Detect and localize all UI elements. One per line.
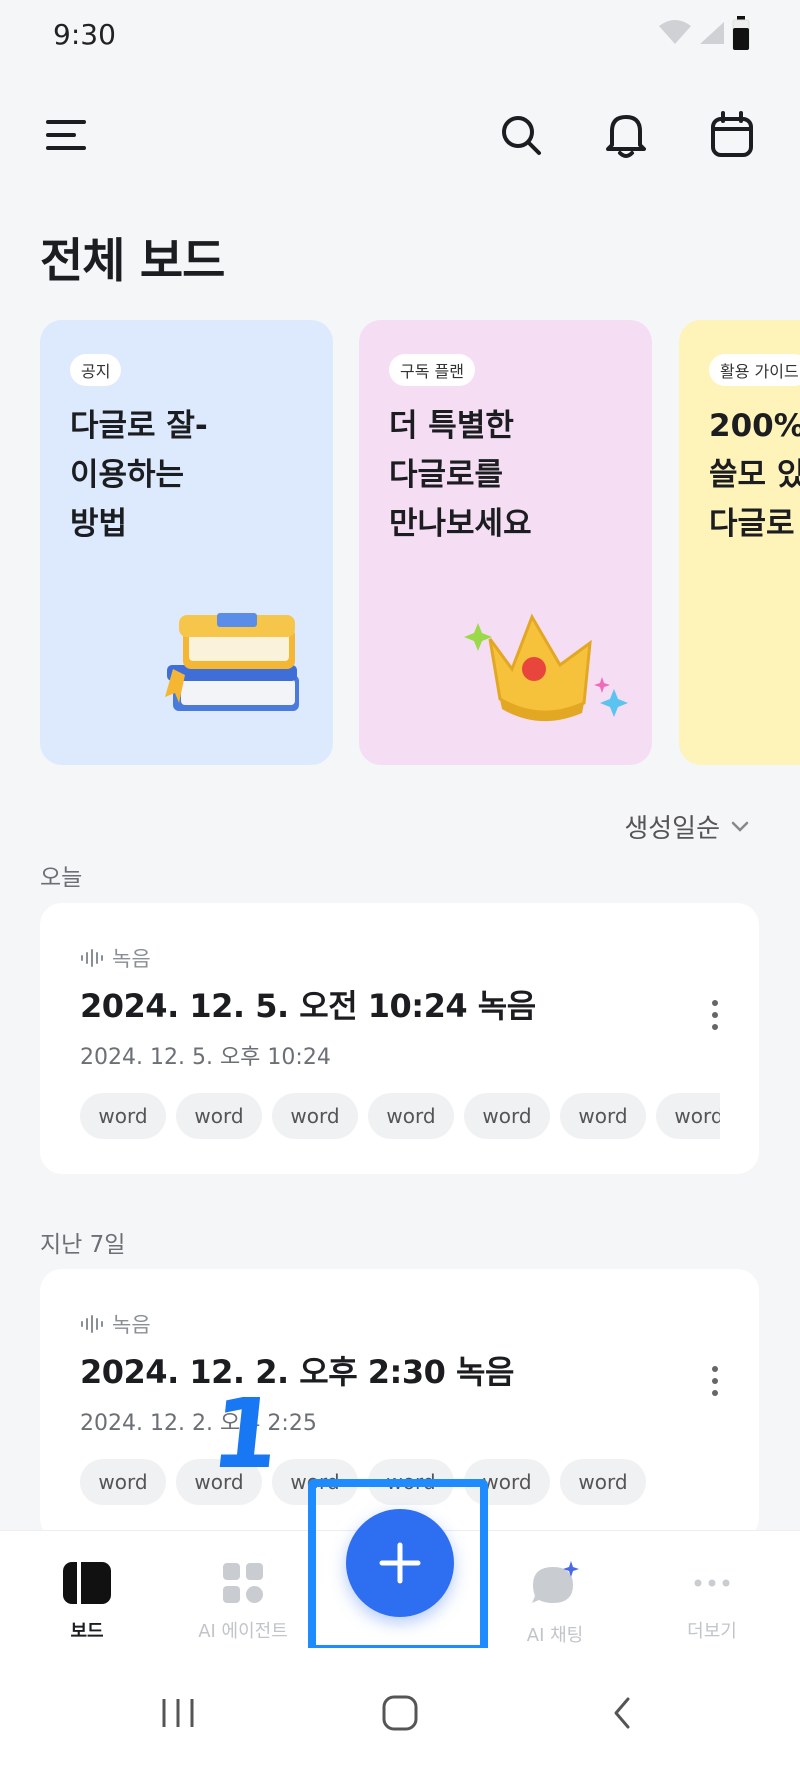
annotation-step-number: 1 xyxy=(206,1378,285,1490)
recent-apps-icon xyxy=(162,1699,194,1727)
keyword-tags: word word word word word word word xyxy=(80,1093,720,1141)
more-dot xyxy=(712,1012,718,1018)
recording-title: 2024. 12. 5. 오전 10:24 녹음 xyxy=(80,987,536,1025)
status-bar: 9:30 xyxy=(0,0,800,72)
nav-item-more[interactable]: 더보기 xyxy=(637,1561,787,1643)
recording-date: 2024. 12. 5. 오후 10:24 xyxy=(80,1045,331,1070)
home-icon xyxy=(382,1695,418,1731)
more-horizontal-icon xyxy=(694,1579,730,1587)
menu-icon xyxy=(46,120,86,150)
recording-type: 녹음 xyxy=(80,1309,151,1339)
promo-card-carousel[interactable]: 공지 다글로 잘- 이용하는 방법 구독 플랜 더 특별한 다글로를 만나보세요… xyxy=(40,320,800,765)
system-navigation-bar xyxy=(0,1648,800,1778)
search-icon xyxy=(502,116,541,155)
page-title: 전체 보드 xyxy=(40,234,225,289)
nav-label: 보드 xyxy=(70,1621,104,1642)
keyword-tag[interactable]: word xyxy=(272,1093,358,1139)
status-time: 9:30 xyxy=(53,18,116,51)
battery-icon xyxy=(732,16,750,50)
more-dot xyxy=(712,1024,718,1030)
chat-sparkle-icon xyxy=(532,1561,579,1603)
sort-dropdown[interactable]: 생성일순 xyxy=(624,808,750,845)
card-text: 200% 쓸모 있 다글로 xyxy=(709,408,800,542)
keyword-tag[interactable]: word xyxy=(368,1093,454,1139)
promo-card-notice[interactable]: 공지 다글로 잘- 이용하는 방법 xyxy=(40,320,333,765)
more-vertical-icon xyxy=(712,1366,718,1372)
chevron-down-icon xyxy=(731,821,749,832)
keyword-tag[interactable]: word xyxy=(176,1093,262,1139)
recording-card[interactable]: 녹음 2024. 12. 5. 오전 10:24 녹음 2024. 12. 5.… xyxy=(40,903,759,1174)
nav-item-ai-chat[interactable]: AI 채팅 xyxy=(480,1561,630,1647)
keyword-tag[interactable]: word xyxy=(560,1093,646,1139)
grid-icon xyxy=(223,1563,263,1603)
recording-type: 녹음 xyxy=(80,943,151,973)
wifi-icon xyxy=(659,20,691,44)
keyword-tag[interactable]: word xyxy=(464,1093,550,1139)
recent-apps-button[interactable] xyxy=(148,1688,208,1738)
board-icon xyxy=(63,1562,111,1604)
signal-icon xyxy=(700,22,724,44)
nav-label: AI 에이전트 xyxy=(198,1621,288,1642)
notification-button[interactable] xyxy=(594,103,658,167)
more-dot xyxy=(712,1378,718,1384)
keyword-tag[interactable]: word xyxy=(560,1459,646,1505)
more-vertical-icon xyxy=(712,1000,718,1006)
recording-type-label: 녹음 xyxy=(112,947,151,971)
nav-label: AI 채팅 xyxy=(526,1625,584,1646)
back-icon xyxy=(614,1697,630,1729)
waveform-icon xyxy=(81,1315,103,1333)
back-button[interactable] xyxy=(592,1688,652,1738)
keyword-tag[interactable]: word xyxy=(656,1093,720,1139)
sort-label: 생성일순 xyxy=(624,814,720,844)
books-illustration xyxy=(165,613,299,711)
promo-card-subscription[interactable]: 구독 플랜 더 특별한 다글로를 만나보세요 xyxy=(359,320,652,765)
promo-card-guide[interactable]: 활용 가이드 200% 쓸모 있 다글로 xyxy=(679,320,800,765)
status-icons xyxy=(658,16,750,50)
waveform-icon xyxy=(81,949,103,967)
search-button[interactable] xyxy=(489,103,553,167)
keyword-tag[interactable]: word xyxy=(80,1459,166,1505)
calendar-button[interactable] xyxy=(700,103,764,167)
home-button[interactable] xyxy=(370,1688,430,1738)
more-options-button[interactable] xyxy=(701,1361,729,1401)
recording-title: 2024. 12. 2. 오후 2:30 녹음 xyxy=(80,1353,514,1391)
section-label-today: 오늘 xyxy=(40,865,83,891)
nav-label: 더보기 xyxy=(687,1621,737,1642)
more-dot xyxy=(712,1390,718,1396)
card-text: 다글로 잘- 이용하는 방법 xyxy=(70,408,208,542)
calendar-icon xyxy=(711,111,753,157)
nav-item-ai-agent[interactable]: AI 에이전트 xyxy=(168,1561,318,1643)
bell-icon xyxy=(606,115,646,158)
card-badge: 공지 xyxy=(70,354,122,386)
nav-item-board[interactable]: 보드 xyxy=(12,1561,162,1643)
card-badge: 구독 플랜 xyxy=(389,354,475,386)
recording-type-label: 녹음 xyxy=(112,1313,151,1337)
top-app-bar xyxy=(0,95,800,175)
card-text: 더 특별한 다글로를 만나보세요 xyxy=(389,408,532,542)
section-label-last-7-days: 지난 7일 xyxy=(40,1232,126,1258)
card-badge: 활용 가이드 xyxy=(709,354,800,386)
keyword-tag[interactable]: word xyxy=(80,1093,166,1139)
more-options-button[interactable] xyxy=(701,995,729,1035)
crown-illustration xyxy=(464,613,628,722)
annotation-highlight-box xyxy=(308,1479,488,1653)
menu-button[interactable] xyxy=(34,103,98,167)
